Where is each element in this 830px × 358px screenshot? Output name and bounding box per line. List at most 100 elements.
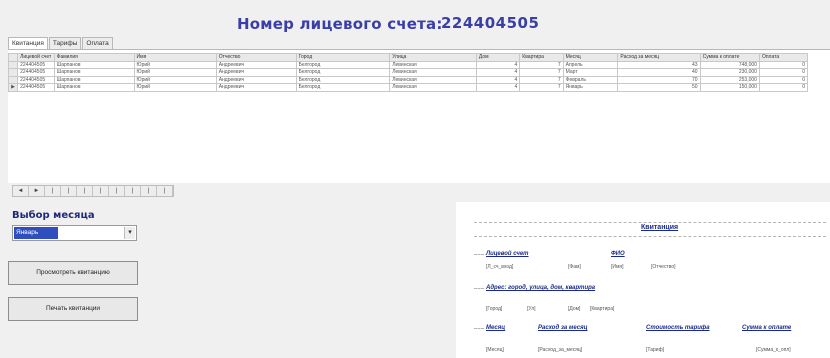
cell-house[interactable]: 4 <box>475 75 521 84</box>
cell-city[interactable]: Белгород <box>295 83 391 92</box>
column-header[interactable]: Город <box>295 53 391 62</box>
cell-surname[interactable]: Шарпанов <box>53 60 135 69</box>
cell-name[interactable]: Юрий <box>133 83 217 92</box>
column-header[interactable]: Фамилия <box>53 53 135 62</box>
month-select[interactable]: Январь ▾ <box>12 225 137 241</box>
nav-button[interactable]: | <box>77 186 93 196</box>
cell-month[interactable]: Январь <box>562 83 619 92</box>
cell-surname[interactable]: Шарпанов <box>53 75 135 84</box>
cell-street[interactable]: Левинская <box>389 60 477 69</box>
nav-button[interactable]: | <box>157 186 173 196</box>
cell-surname[interactable]: Шарпанов <box>53 68 135 77</box>
cell-city[interactable]: Белгород <box>295 75 391 84</box>
table-row[interactable]: ▶ 224404505 Шарпанов Юрий Андреевич Белг… <box>7 83 809 92</box>
cell-paid[interactable]: 0 <box>758 83 809 92</box>
cell-month[interactable]: Апрель <box>562 60 619 69</box>
cell-sum[interactable]: 230,000 <box>699 68 760 77</box>
cell-paid[interactable]: 0 <box>758 68 809 77</box>
usage-column-label: Расход за месяц <box>538 325 588 331</box>
receipt-title: Квитанция <box>641 224 679 231</box>
cell-account[interactable]: 224404505 <box>17 60 55 69</box>
cell-usage[interactable]: 50 <box>617 83 701 92</box>
cell-flat[interactable]: 7 <box>519 60 564 69</box>
tab-receipt[interactable]: Квитанция <box>8 37 48 49</box>
column-header[interactable]: Отчество <box>215 53 297 62</box>
row-selector[interactable]: ▶ <box>7 83 19 92</box>
column-header[interactable]: Оплата <box>758 53 809 62</box>
cell-house[interactable]: 4 <box>475 83 521 92</box>
tab-payment[interactable]: Оплата <box>82 37 113 49</box>
divider <box>474 328 484 329</box>
surname-field: [Фам] <box>568 264 581 270</box>
cell-paid[interactable]: 0 <box>758 75 809 84</box>
row-selector[interactable] <box>7 60 19 69</box>
nav-button[interactable]: | <box>125 186 141 196</box>
nav-button[interactable]: | <box>109 186 125 196</box>
city-field: [Город] <box>486 306 503 312</box>
cell-usage[interactable]: 43 <box>617 60 701 69</box>
grid-header-row: Лицевой счет Фамилия Имя Отчество Город … <box>7 53 809 62</box>
cell-account[interactable]: 224404505 <box>17 83 55 92</box>
column-header[interactable]: Имя <box>133 53 217 62</box>
month-column-label: Месяц <box>486 325 506 331</box>
cell-house[interactable]: 4 <box>475 60 521 69</box>
column-header[interactable]: Месяц <box>562 53 619 62</box>
cell-street[interactable]: Левинская <box>389 75 477 84</box>
chevron-down-icon[interactable]: ▾ <box>124 227 135 239</box>
cell-sum[interactable]: 150,000 <box>699 83 760 92</box>
month-selected-value[interactable]: Январь <box>14 227 58 239</box>
print-receipt-button[interactable]: Печать квитанции <box>8 297 138 321</box>
cell-flat[interactable]: 7 <box>519 75 564 84</box>
nav-next-button[interactable]: ► <box>29 186 45 196</box>
nav-button[interactable]: | <box>61 186 77 196</box>
page-title: Номер лицевого счета: <box>237 15 443 33</box>
cell-street[interactable]: Левинская <box>389 83 477 92</box>
nav-prev-button[interactable]: ◄ <box>13 186 29 196</box>
cell-patronymic[interactable]: Андреевич <box>215 60 297 69</box>
column-header[interactable]: Дом <box>475 53 521 62</box>
cell-account[interactable]: 224404505 <box>17 75 55 84</box>
cell-street[interactable]: Левинская <box>389 68 477 77</box>
cell-patronymic[interactable]: Андреевич <box>215 75 297 84</box>
row-selector[interactable] <box>7 68 19 77</box>
cell-patronymic[interactable]: Андреевич <box>215 83 297 92</box>
cell-month[interactable]: Март <box>562 68 619 77</box>
month-label: Выбор месяца <box>12 210 95 221</box>
cell-city[interactable]: Белгород <box>295 68 391 77</box>
cell-usage[interactable]: 40 <box>617 68 701 77</box>
nav-button[interactable]: | <box>93 186 109 196</box>
row-selector[interactable] <box>7 75 19 84</box>
column-header[interactable]: Квартира <box>519 53 564 62</box>
column-header[interactable]: Сумма к оплате <box>699 53 760 62</box>
cell-patronymic[interactable]: Андреевич <box>215 68 297 77</box>
sum-field: [Сумма_к_опл] <box>756 347 791 353</box>
cell-name[interactable]: Юрий <box>133 75 217 84</box>
cell-account[interactable]: 224404505 <box>17 68 55 77</box>
nav-button[interactable]: | <box>141 186 157 196</box>
cell-flat[interactable]: 7 <box>519 68 564 77</box>
cell-month[interactable]: Февраль <box>562 75 619 84</box>
divider <box>474 254 484 255</box>
nav-button[interactable]: | <box>45 186 61 196</box>
data-grid[interactable]: Лицевой счет Фамилия Имя Отчество Город … <box>7 53 809 92</box>
cell-city[interactable]: Белгород <box>295 60 391 69</box>
table-row[interactable]: 224404505 Шарпанов Юрий Андреевич Белгор… <box>7 68 809 77</box>
divider <box>474 236 826 237</box>
column-header[interactable]: Расход за месяц <box>617 53 701 62</box>
cell-name[interactable]: Юрий <box>133 68 217 77</box>
cell-sum[interactable]: 253,000 <box>699 75 760 84</box>
cell-name[interactable]: Юрий <box>133 60 217 69</box>
column-header[interactable]: Улица <box>389 53 477 62</box>
cell-sum[interactable]: 748,000 <box>699 60 760 69</box>
tab-tariffs[interactable]: Тарифы <box>48 37 82 49</box>
table-row[interactable]: 224404505 Шарпанов Юрий Андреевич Белгор… <box>7 60 809 69</box>
cell-usage[interactable]: 70 <box>617 75 701 84</box>
cell-flat[interactable]: 7 <box>519 83 564 92</box>
table-row[interactable]: 224404505 Шарпанов Юрий Андреевич Белгор… <box>7 75 809 84</box>
view-receipt-button[interactable]: Просмотреть квитанцию <box>8 261 138 285</box>
cell-surname[interactable]: Шарпанов <box>53 83 135 92</box>
record-navigator: ◄ ► | | | | | | | | <box>12 185 174 197</box>
cell-house[interactable]: 4 <box>475 68 521 77</box>
column-header[interactable]: Лицевой счет <box>17 53 55 62</box>
cell-paid[interactable]: 0 <box>758 60 809 69</box>
